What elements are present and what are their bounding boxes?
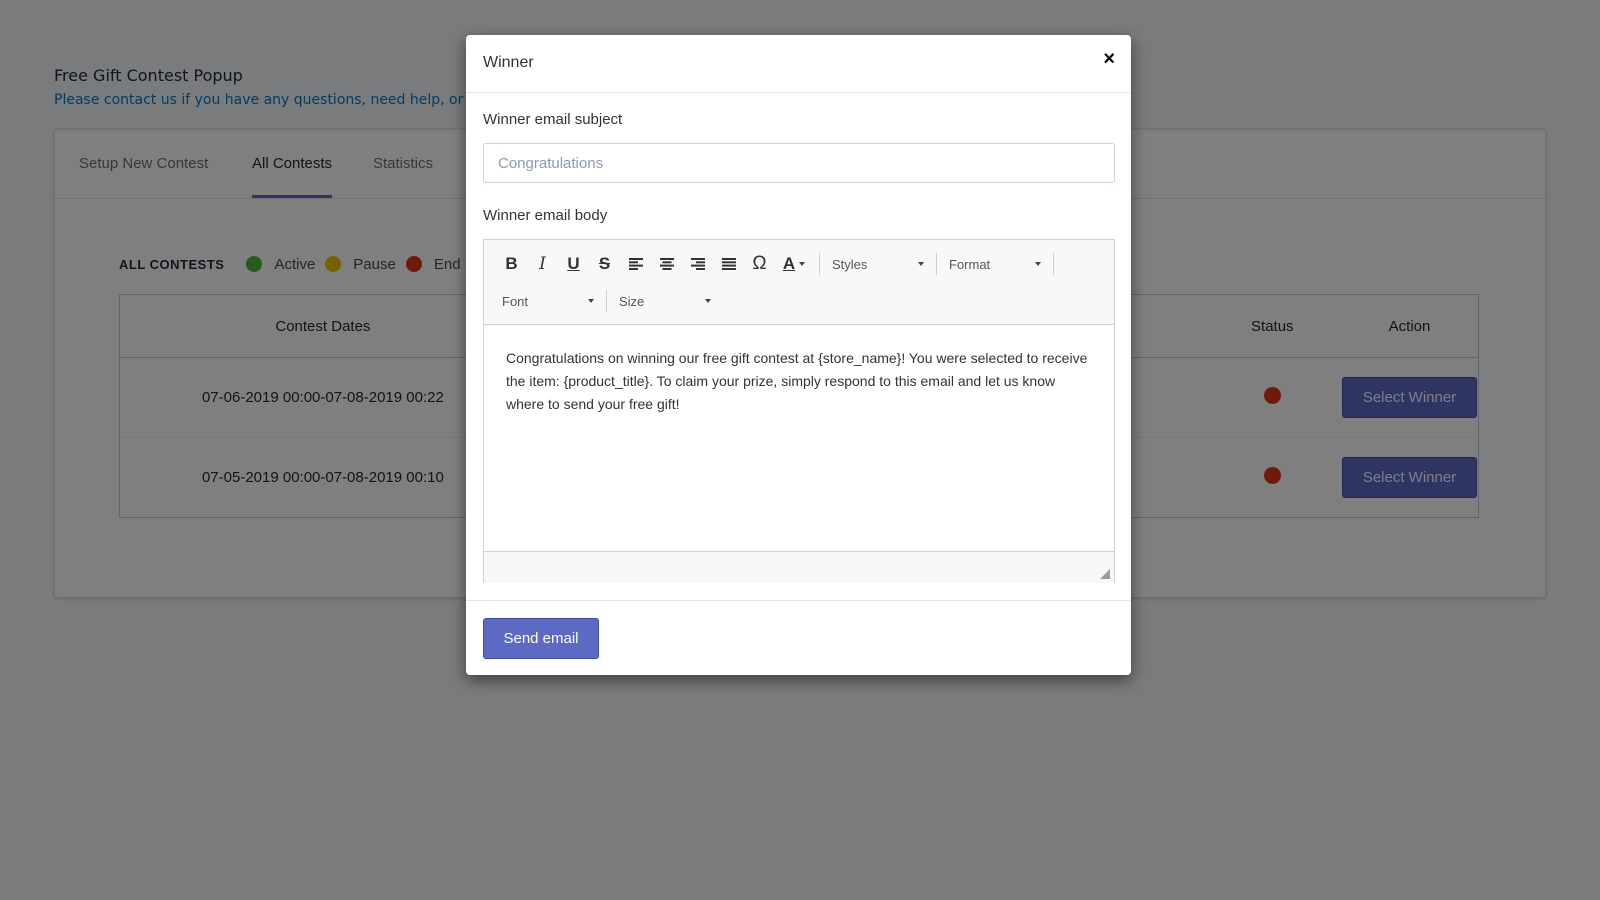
align-justify-icon[interactable] xyxy=(713,250,744,278)
text-color-icon: A xyxy=(782,254,796,273)
align-center-icon[interactable] xyxy=(651,250,682,278)
send-email-button[interactable]: Send email xyxy=(483,618,599,659)
align-right-icon[interactable] xyxy=(682,250,713,278)
format-label: Format xyxy=(949,256,991,272)
chevron-down-icon xyxy=(588,299,594,303)
modal-header: Winner × xyxy=(466,35,1131,93)
rich-text-editor: B I U S Ω A Styles Format Font Size Cong… xyxy=(483,239,1115,583)
size-dropdown[interactable]: Size xyxy=(613,287,717,315)
align-left-icon[interactable] xyxy=(620,250,651,278)
font-label: Font xyxy=(502,293,529,309)
toolbar-separator xyxy=(936,253,937,275)
toolbar-separator xyxy=(1053,253,1054,275)
toolbar-separator xyxy=(819,253,820,275)
toolbar-row-1: B I U S Ω A Styles Format xyxy=(496,250,1060,278)
styles-dropdown[interactable]: Styles xyxy=(826,250,930,278)
chevron-down-icon xyxy=(918,262,924,266)
toolbar-row-2: Font Size xyxy=(496,287,717,315)
font-dropdown[interactable]: Font xyxy=(496,287,600,315)
winner-modal: Winner × Winner email subject Winner ema… xyxy=(466,35,1131,675)
strikethrough-icon[interactable]: S xyxy=(589,250,620,278)
format-dropdown[interactable]: Format xyxy=(943,250,1047,278)
bold-icon[interactable]: B xyxy=(496,250,527,278)
close-icon[interactable]: × xyxy=(1103,49,1115,69)
subject-input[interactable] xyxy=(483,143,1115,183)
chevron-down-icon xyxy=(1035,262,1041,266)
editor-toolbar: B I U S Ω A Styles Format Font Size xyxy=(484,240,1114,325)
italic-icon[interactable]: I xyxy=(527,250,558,278)
underline-icon[interactable]: U xyxy=(558,250,589,278)
modal-title: Winner xyxy=(483,54,534,71)
size-label: Size xyxy=(619,293,645,309)
resize-handle-icon[interactable] xyxy=(1100,569,1110,579)
text-color-button[interactable]: A xyxy=(775,250,813,278)
body-label: Winner email body xyxy=(483,207,608,224)
special-character-icon[interactable]: Ω xyxy=(744,250,775,278)
styles-label: Styles xyxy=(832,256,868,272)
editor-statusbar xyxy=(484,551,1114,583)
modal-footer: Send email xyxy=(466,600,1131,676)
email-body-editor[interactable]: Congratulations on winning our free gift… xyxy=(484,325,1114,551)
chevron-down-icon xyxy=(799,262,806,266)
toolbar-separator xyxy=(606,290,607,312)
subject-label: Winner email subject xyxy=(483,111,623,128)
chevron-down-icon xyxy=(705,299,711,303)
